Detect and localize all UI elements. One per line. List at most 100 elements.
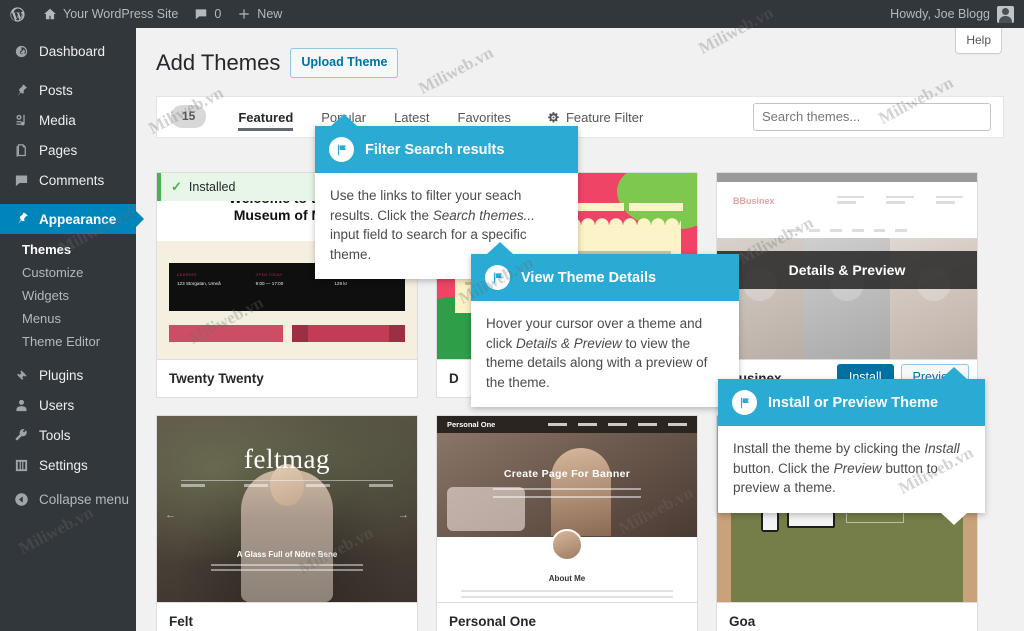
felt-thumb: feltmag ← → A Glass Full of Nôtre Bene bbox=[157, 416, 417, 602]
avatar bbox=[997, 5, 1014, 23]
thumb-hero-banner: Create Page For Banner bbox=[471, 464, 663, 504]
feature-filter-label: Feature Filter bbox=[565, 109, 644, 125]
search-themes-wrapper bbox=[753, 102, 991, 131]
my-account-menu[interactable]: Howdy, Joe Blogg bbox=[890, 5, 1024, 23]
search-input[interactable] bbox=[753, 102, 991, 131]
flag-icon bbox=[329, 137, 354, 162]
theme-name: Goa bbox=[729, 614, 756, 629]
check-icon: ✓ bbox=[171, 179, 182, 194]
thumb-cta-button bbox=[846, 512, 905, 524]
thumb-about-section: About Me bbox=[437, 568, 697, 602]
sidebar-item-tools[interactable]: Tools bbox=[0, 420, 136, 450]
theme-name: D bbox=[449, 371, 459, 386]
thumb-logo: BBusinex bbox=[733, 196, 775, 206]
submenu-item-theme-editor[interactable]: Theme Editor bbox=[0, 330, 136, 353]
thumb-avatar bbox=[551, 529, 583, 561]
sidebar-item-dashboard[interactable]: Dashboard bbox=[0, 36, 136, 66]
howdy-label: Howdy, Joe Blogg bbox=[890, 7, 990, 21]
theme-name-row: Felt bbox=[157, 602, 417, 631]
thumb-header: BBusinex bbox=[717, 182, 977, 238]
sidebar-item-posts[interactable]: Posts bbox=[0, 75, 136, 105]
thumb-header: Personal One bbox=[437, 416, 697, 433]
sidebar-item-media[interactable]: Media bbox=[0, 105, 136, 135]
thumb-rule bbox=[181, 480, 393, 481]
upload-theme-button[interactable]: Upload Theme bbox=[290, 48, 399, 78]
thumb-field-value: 129 kr bbox=[334, 281, 348, 286]
theme-card-felt[interactable]: feltmag ← → A Glass Full of Nôtre Bene F… bbox=[156, 415, 418, 631]
theme-name: Personal One bbox=[449, 614, 537, 629]
thumb-bar bbox=[291, 325, 405, 342]
collapse-menu-button[interactable]: Collapse menu bbox=[0, 484, 136, 514]
sidebar-item-plugins[interactable]: Plugins bbox=[0, 360, 136, 390]
tooltip-header: Filter Search results bbox=[315, 126, 578, 173]
tooltip-body: Hover your cursor over a theme and click… bbox=[471, 301, 739, 407]
pin-icon bbox=[12, 83, 30, 98]
theme-name-row: Goa bbox=[717, 602, 977, 631]
sidebar-item-appearance[interactable]: Appearance bbox=[0, 204, 144, 234]
thumb-menu bbox=[787, 229, 908, 232]
tooltip-text: Install the theme by clicking the bbox=[733, 441, 925, 456]
home-icon bbox=[43, 7, 57, 21]
admin-sidebar: Dashboard Posts Media Pages Comments App… bbox=[0, 28, 144, 631]
submenu-item-menus[interactable]: Menus bbox=[0, 307, 136, 330]
sidebar-separator bbox=[0, 195, 136, 204]
sidebar-item-label: Posts bbox=[39, 82, 73, 98]
sidebar-item-comments[interactable]: Comments bbox=[0, 165, 136, 195]
sidebar-item-label: Tools bbox=[39, 427, 71, 443]
thumb-contact-info bbox=[837, 196, 963, 207]
tooltip-view-theme-details[interactable]: View Theme Details Hover your cursor ove… bbox=[471, 242, 739, 408]
sidebar-item-users[interactable]: Users bbox=[0, 390, 136, 420]
tooltip-arrow-top bbox=[941, 367, 967, 379]
thumb-arrow-left-icon: ← bbox=[165, 509, 176, 521]
sidebar-menu-primary: Dashboard Posts Media Pages Comments App… bbox=[0, 28, 144, 514]
theme-name: Twenty Twenty bbox=[169, 371, 264, 386]
tooltip-text-emphasis: Install bbox=[924, 441, 960, 456]
sidebar-item-label: Settings bbox=[39, 457, 88, 473]
tooltip-text-emphasis: Search themes... bbox=[432, 207, 535, 223]
tooltip-text-emphasis: Preview bbox=[833, 460, 882, 476]
sidebar-item-label: Appearance bbox=[39, 211, 117, 227]
submenu-item-themes[interactable]: Themes bbox=[0, 238, 136, 261]
appearance-submenu: Themes Customize Widgets Menus Theme Edi… bbox=[0, 234, 136, 360]
comment-bubble-icon bbox=[12, 173, 30, 188]
thumb-logo-text: Businex bbox=[739, 196, 775, 206]
thumb-arrow-right-icon: → bbox=[398, 509, 409, 521]
theme-name-row: Personal One bbox=[437, 602, 697, 631]
sidebar-item-pages[interactable]: Pages bbox=[0, 135, 136, 165]
dashboard-gauge-icon bbox=[12, 44, 30, 59]
comments-menu[interactable]: 0 bbox=[186, 0, 229, 28]
thumb-bar bbox=[169, 325, 283, 342]
page-header: Add Themes Upload Theme bbox=[136, 28, 1024, 78]
admin-bar: Your WordPress Site 0 New Howdy, Joe Blo… bbox=[0, 0, 1024, 28]
tooltip-title: Install or Preview Theme bbox=[768, 394, 939, 411]
collapse-arrow-icon bbox=[12, 492, 30, 507]
sidebar-item-label: Pages bbox=[39, 142, 78, 158]
gear-icon bbox=[547, 111, 560, 124]
theme-card-personal-one[interactable]: Personal One Create Page For Banner Abou… bbox=[436, 415, 698, 631]
personal-one-thumb: Personal One Create Page For Banner Abou… bbox=[437, 416, 697, 602]
theme-name-row: Twenty Twenty bbox=[157, 359, 417, 397]
site-name-menu[interactable]: Your WordPress Site bbox=[35, 0, 186, 28]
wrench-icon bbox=[12, 428, 30, 443]
tooltip-install-or-preview-theme[interactable]: Install or Preview Theme Install the the… bbox=[718, 367, 985, 525]
theme-card-businex[interactable]: BBusinex Details & Preview Install Previ… bbox=[716, 172, 978, 398]
wordpress-logo-menu[interactable] bbox=[0, 0, 35, 28]
tooltip-title: Filter Search results bbox=[365, 141, 505, 158]
submenu-item-customize[interactable]: Customize bbox=[0, 261, 136, 284]
flag-icon bbox=[732, 390, 757, 415]
tab-featured[interactable]: Featured bbox=[224, 98, 307, 136]
theme-screenshot: Personal One Create Page For Banner Abou… bbox=[437, 416, 697, 602]
help-tab-button[interactable]: Help bbox=[955, 28, 1002, 54]
thumb-color-bars bbox=[169, 325, 405, 342]
new-content-menu[interactable]: New bbox=[229, 0, 290, 28]
submenu-item-widgets[interactable]: Widgets bbox=[0, 284, 136, 307]
thumb-field-value: 123 Storgatan, Umeå bbox=[177, 281, 221, 286]
tooltip-header: Install or Preview Theme bbox=[718, 379, 985, 426]
thumb-section-title: About Me bbox=[548, 574, 586, 583]
sidebar-item-label: Media bbox=[39, 112, 76, 128]
details-preview-button[interactable]: Details & Preview bbox=[717, 251, 977, 289]
pages-icon bbox=[12, 143, 30, 158]
sidebar-item-settings[interactable]: Settings bbox=[0, 450, 136, 480]
sidebar-item-label: Plugins bbox=[39, 367, 84, 383]
theme-count-badge: 15 bbox=[171, 105, 207, 129]
